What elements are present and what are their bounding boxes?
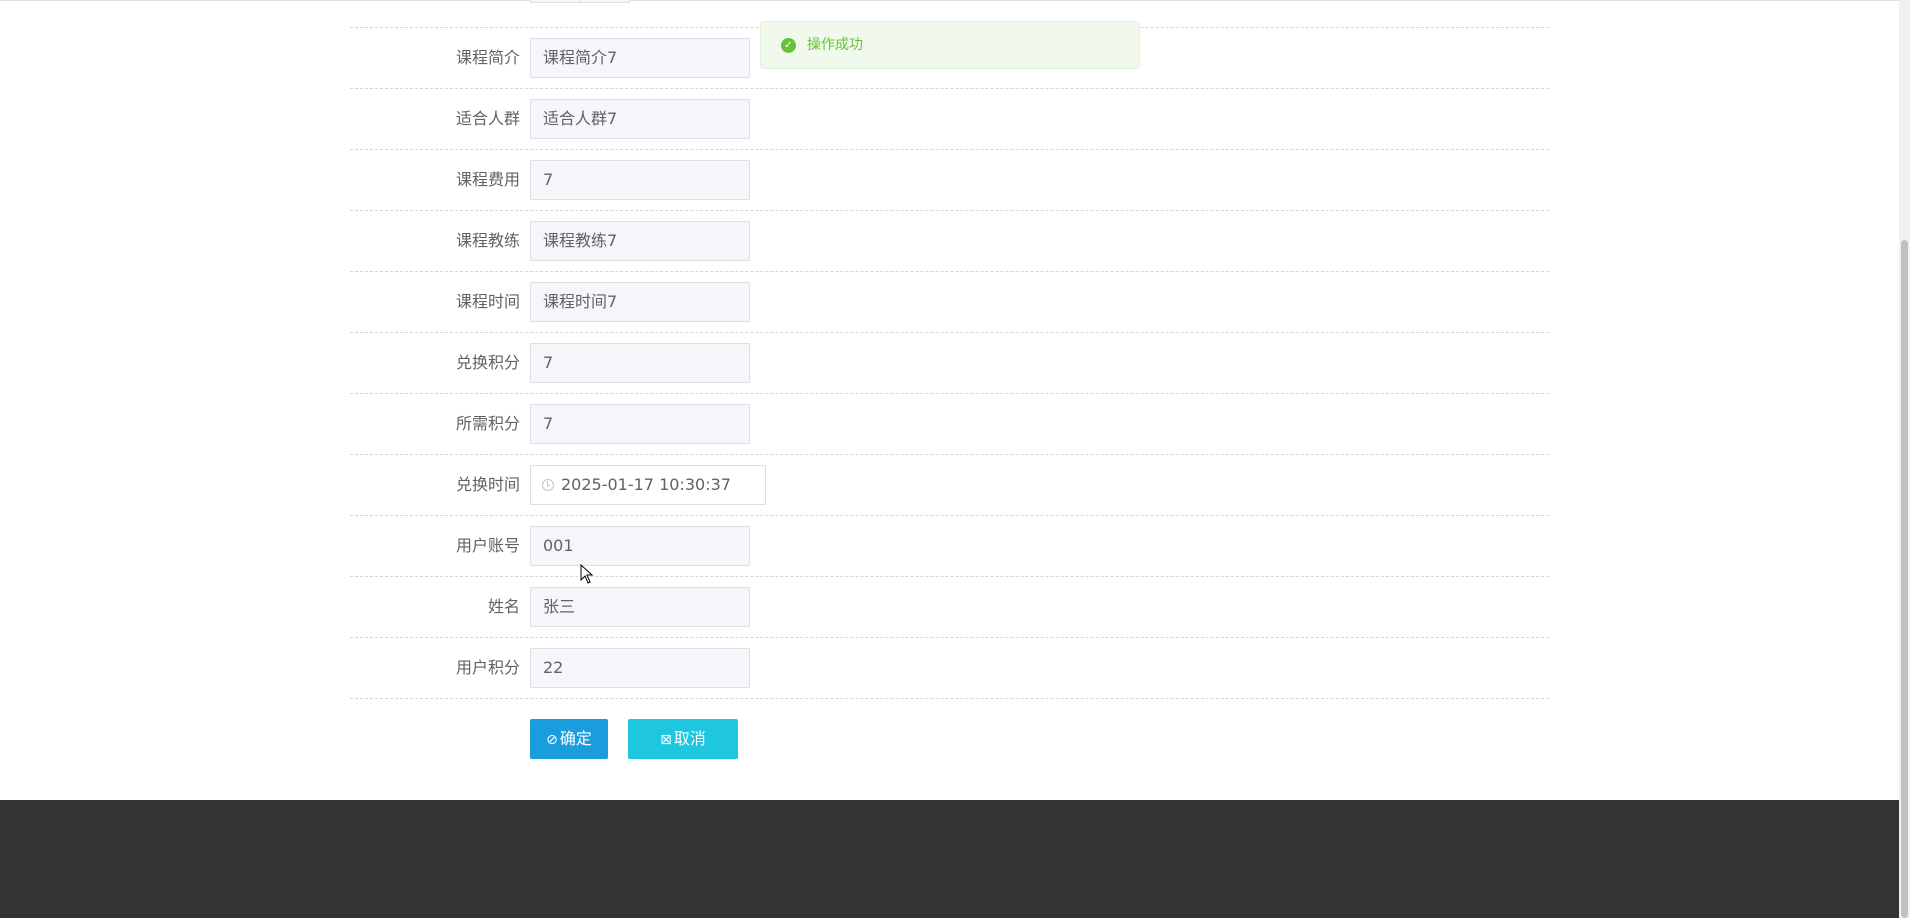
confirm-button[interactable]: ⊘ 确定 xyxy=(530,719,608,759)
form-row-course-time: 课程时间 课程时间7 xyxy=(350,272,1549,333)
toast-message: 操作成功 xyxy=(807,37,863,53)
field-label: 课程教练 xyxy=(455,231,520,250)
form-row-exchange-points: 兑换积分 7 xyxy=(350,333,1549,394)
name-input[interactable]: 张三 xyxy=(530,587,750,627)
user-points-input[interactable]: 22 xyxy=(530,648,750,688)
field-label: 姓名 xyxy=(487,597,520,616)
check-circle-icon: ⊘ xyxy=(546,732,558,748)
field-label: 所需积分 xyxy=(455,414,520,433)
close-square-icon: ⊠ xyxy=(660,732,672,748)
success-toast: ✓ 操作成功 xyxy=(760,21,1140,69)
field-label: 用户账号 xyxy=(455,536,520,555)
form-row-user-points: 用户积分 22 xyxy=(350,638,1549,699)
form-row-exchange-time: 兑换时间 2025-01-17 10:30:37 xyxy=(350,455,1549,516)
field-label: 兑换时间 xyxy=(455,475,520,494)
confirm-label: 确定 xyxy=(559,729,592,748)
form-row-required-points: 所需积分 7 xyxy=(350,394,1549,455)
course-intro-input[interactable]: 课程简介7 xyxy=(530,38,750,78)
user-account-input[interactable]: 001 xyxy=(530,526,750,566)
exchange-points-input[interactable]: 7 xyxy=(530,343,750,383)
mouse-cursor-icon xyxy=(580,564,594,584)
page-footer xyxy=(0,800,1899,918)
form-row-name: 姓名 张三 xyxy=(350,577,1549,638)
course-fee-input[interactable]: 7 xyxy=(530,160,750,200)
form-row-target-audience: 适合人群 适合人群7 xyxy=(350,89,1549,150)
course-coach-input[interactable]: 课程教练7 xyxy=(530,221,750,261)
form-row-course-fee: 课程费用 7 xyxy=(350,150,1549,211)
field-label: 课程简介 xyxy=(455,48,520,67)
exchange-time-picker[interactable]: 2025-01-17 10:30:37 xyxy=(530,465,766,505)
target-audience-input[interactable]: 适合人群7 xyxy=(530,99,750,139)
cancel-button[interactable]: ⊠ 取消 xyxy=(628,719,738,759)
form-row-user-account: 用户账号 001 xyxy=(350,516,1549,577)
check-circle-icon: ✓ xyxy=(781,38,796,53)
field-label: 适合人群 xyxy=(455,109,520,128)
field-label: 兑换积分 xyxy=(455,353,520,372)
form-row-course-coach: 课程教练 课程教练7 xyxy=(350,211,1549,272)
cancel-label: 取消 xyxy=(673,729,706,748)
field-label: 用户积分 xyxy=(455,658,520,677)
page: 课程简介 课程简介7 适合人群 适合人群7 课程费用 7 课程教练 课程教练7 … xyxy=(0,0,1910,918)
vertical-scrollbar[interactable] xyxy=(1899,0,1910,918)
scrollbar-thumb[interactable] xyxy=(1901,240,1908,918)
required-points-input[interactable]: 7 xyxy=(530,404,750,444)
previous-field-edge xyxy=(530,0,630,3)
exchange-time-value: 2025-01-17 10:30:37 xyxy=(561,475,731,494)
course-time-input[interactable]: 课程时间7 xyxy=(530,282,750,322)
field-label: 课程费用 xyxy=(455,170,520,189)
field-label: 课程时间 xyxy=(455,292,520,311)
course-exchange-form: 课程简介 课程简介7 适合人群 适合人群7 课程费用 7 课程教练 课程教练7 … xyxy=(350,27,1549,699)
clock-icon xyxy=(542,479,554,491)
top-divider xyxy=(0,0,1899,1)
